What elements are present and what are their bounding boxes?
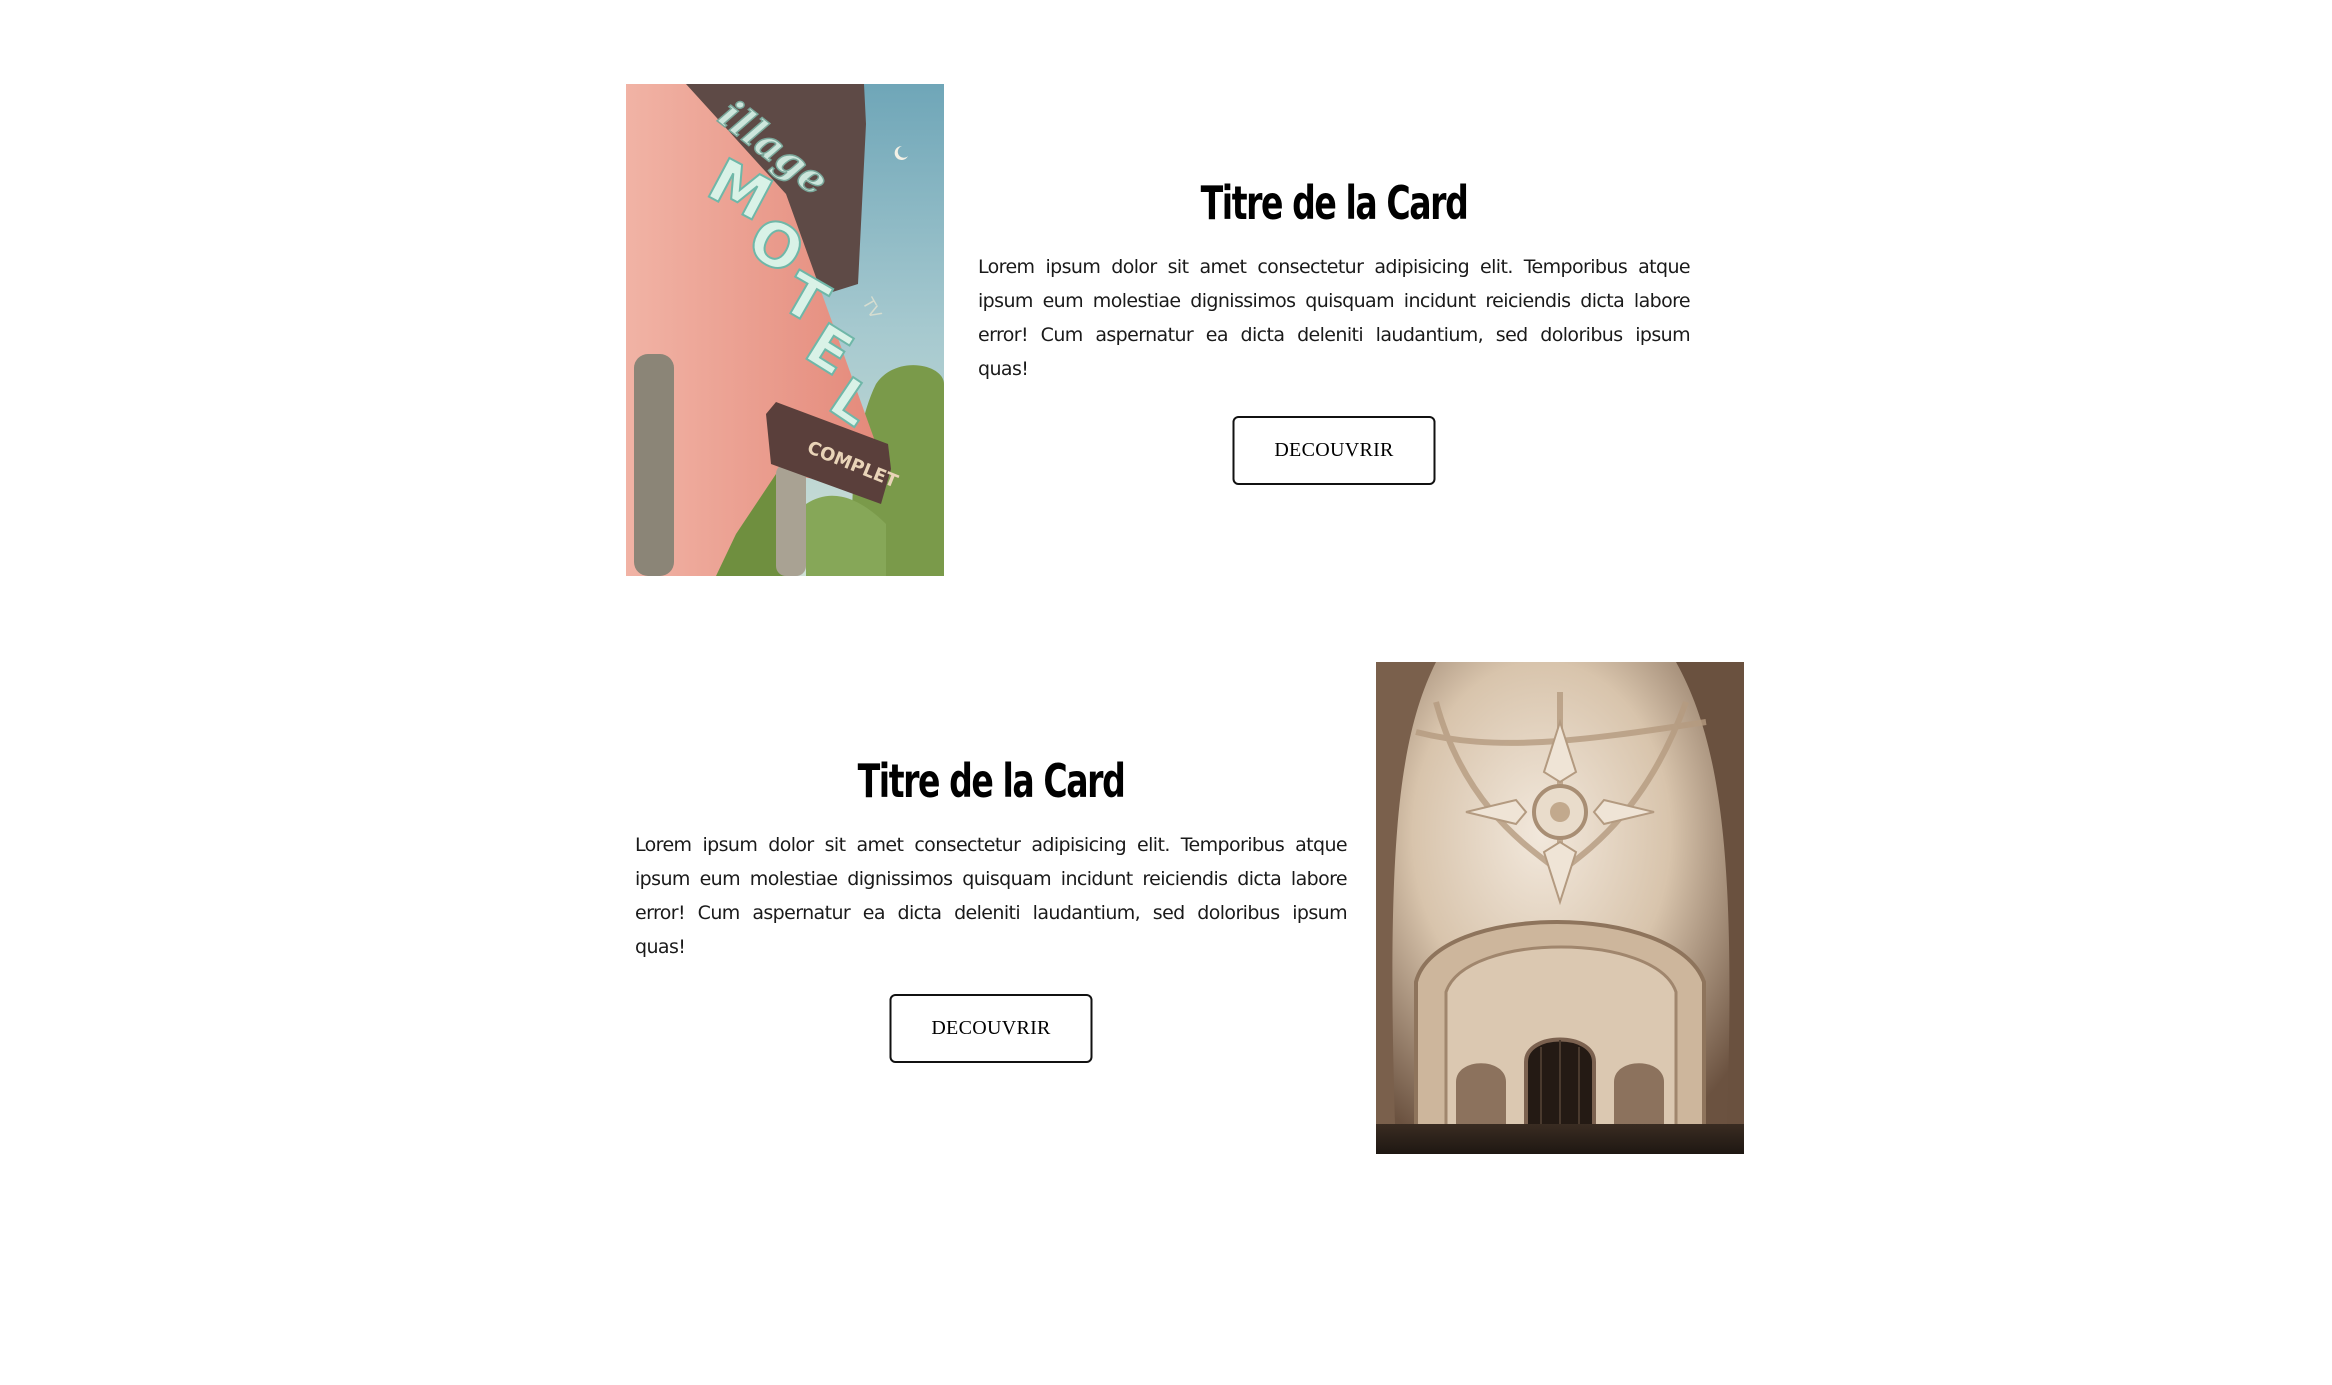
card-image-motel: COMPLET M O T E L illage TV: [626, 84, 944, 576]
card-title: Titre de la Card: [857, 754, 1126, 808]
card-description: Lorem ipsum dolor sit amet consectetur a…: [978, 256, 1691, 380]
card-body-2: Titre de la Card Lorem ipsum dolor sit a…: [635, 662, 1348, 1154]
page: COMPLET M O T E L illage TV Titre de la …: [0, 0, 2332, 1385]
card-title: Titre de la Card: [1200, 176, 1469, 230]
card-image-vault: [1376, 662, 1744, 1154]
decouvrir-button[interactable]: DECOUVRIR: [889, 994, 1093, 1063]
stone-vault-image: [1376, 662, 1744, 1154]
card-1: COMPLET M O T E L illage TV Titre de la …: [626, 84, 1744, 576]
card-description: Lorem ipsum dolor sit amet consectetur a…: [635, 834, 1348, 958]
motel-sign-image: COMPLET M O T E L illage TV: [626, 84, 944, 576]
card-body-1: Titre de la Card Lorem ipsum dolor sit a…: [978, 84, 1691, 576]
card-2: Titre de la Card Lorem ipsum dolor sit a…: [626, 662, 1744, 1154]
decouvrir-button[interactable]: DECOUVRIR: [1232, 416, 1436, 485]
